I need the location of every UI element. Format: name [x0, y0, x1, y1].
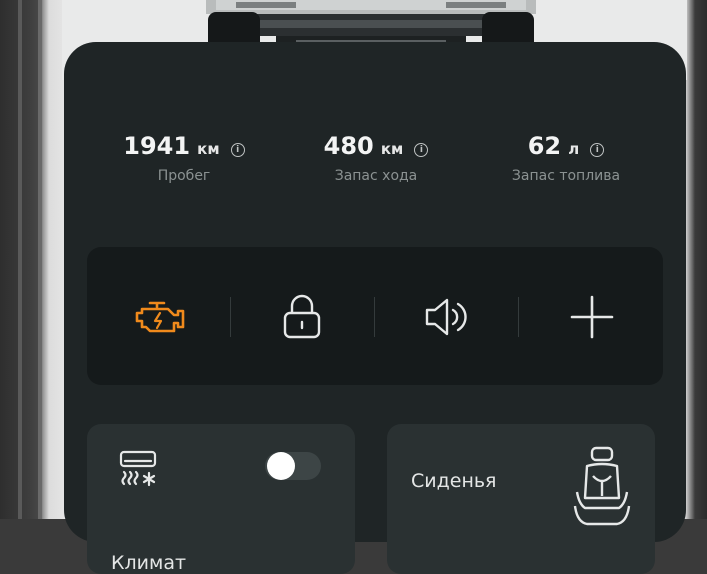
frame-bar	[38, 0, 42, 519]
info-icon[interactable]: i	[230, 143, 245, 157]
seats-card[interactable]: Сиденья	[387, 424, 655, 574]
vehicle-panel: 1941 км i Пробег 480 км i Запас хода 62 …	[64, 42, 686, 574]
stat-mileage: 1941 км i Пробег	[84, 132, 284, 184]
engine-warning-icon	[135, 301, 185, 333]
climate-toggle[interactable]	[265, 452, 321, 480]
info-icon[interactable]: i	[590, 143, 605, 157]
divider	[518, 297, 519, 337]
info-icon[interactable]: i	[414, 143, 429, 157]
stat-label: Запас топлива	[511, 168, 621, 184]
divider	[374, 297, 375, 337]
stat-unit: л	[568, 140, 580, 158]
toggle-knob	[267, 452, 295, 480]
stat-value-line: 62 л i	[466, 132, 666, 160]
plus-icon	[570, 295, 614, 339]
sound-button[interactable]	[417, 287, 477, 347]
stat-label: Пробег	[157, 168, 211, 184]
climate-icon	[119, 450, 157, 487]
climate-card[interactable]: Климат	[87, 424, 355, 574]
lock-button[interactable]	[272, 287, 332, 347]
add-button[interactable]	[562, 287, 622, 347]
stat-unit: км	[197, 140, 220, 158]
stat-fuel: 62 л i Запас топлива	[466, 132, 666, 184]
device-frame-left	[0, 0, 70, 519]
stat-range: 480 км i Запас хода	[276, 132, 476, 184]
engine-warning-button[interactable]	[131, 287, 191, 347]
seat-icon	[573, 446, 631, 526]
stat-value-line: 480 км i	[276, 132, 476, 160]
divider	[230, 297, 231, 337]
frame-bar	[18, 0, 22, 519]
quick-actions-bar	[87, 247, 663, 385]
lock-icon	[283, 294, 321, 339]
stat-value: 1941	[123, 132, 191, 160]
climate-label: Климат	[111, 552, 187, 574]
stat-value: 480	[323, 132, 374, 160]
stat-value: 62	[527, 132, 562, 160]
stat-label: Запас хода	[334, 168, 418, 184]
seats-label: Сиденья	[411, 470, 497, 492]
speaker-icon	[425, 298, 467, 336]
stat-value-line: 1941 км i	[84, 132, 284, 160]
stat-unit: км	[380, 140, 404, 158]
